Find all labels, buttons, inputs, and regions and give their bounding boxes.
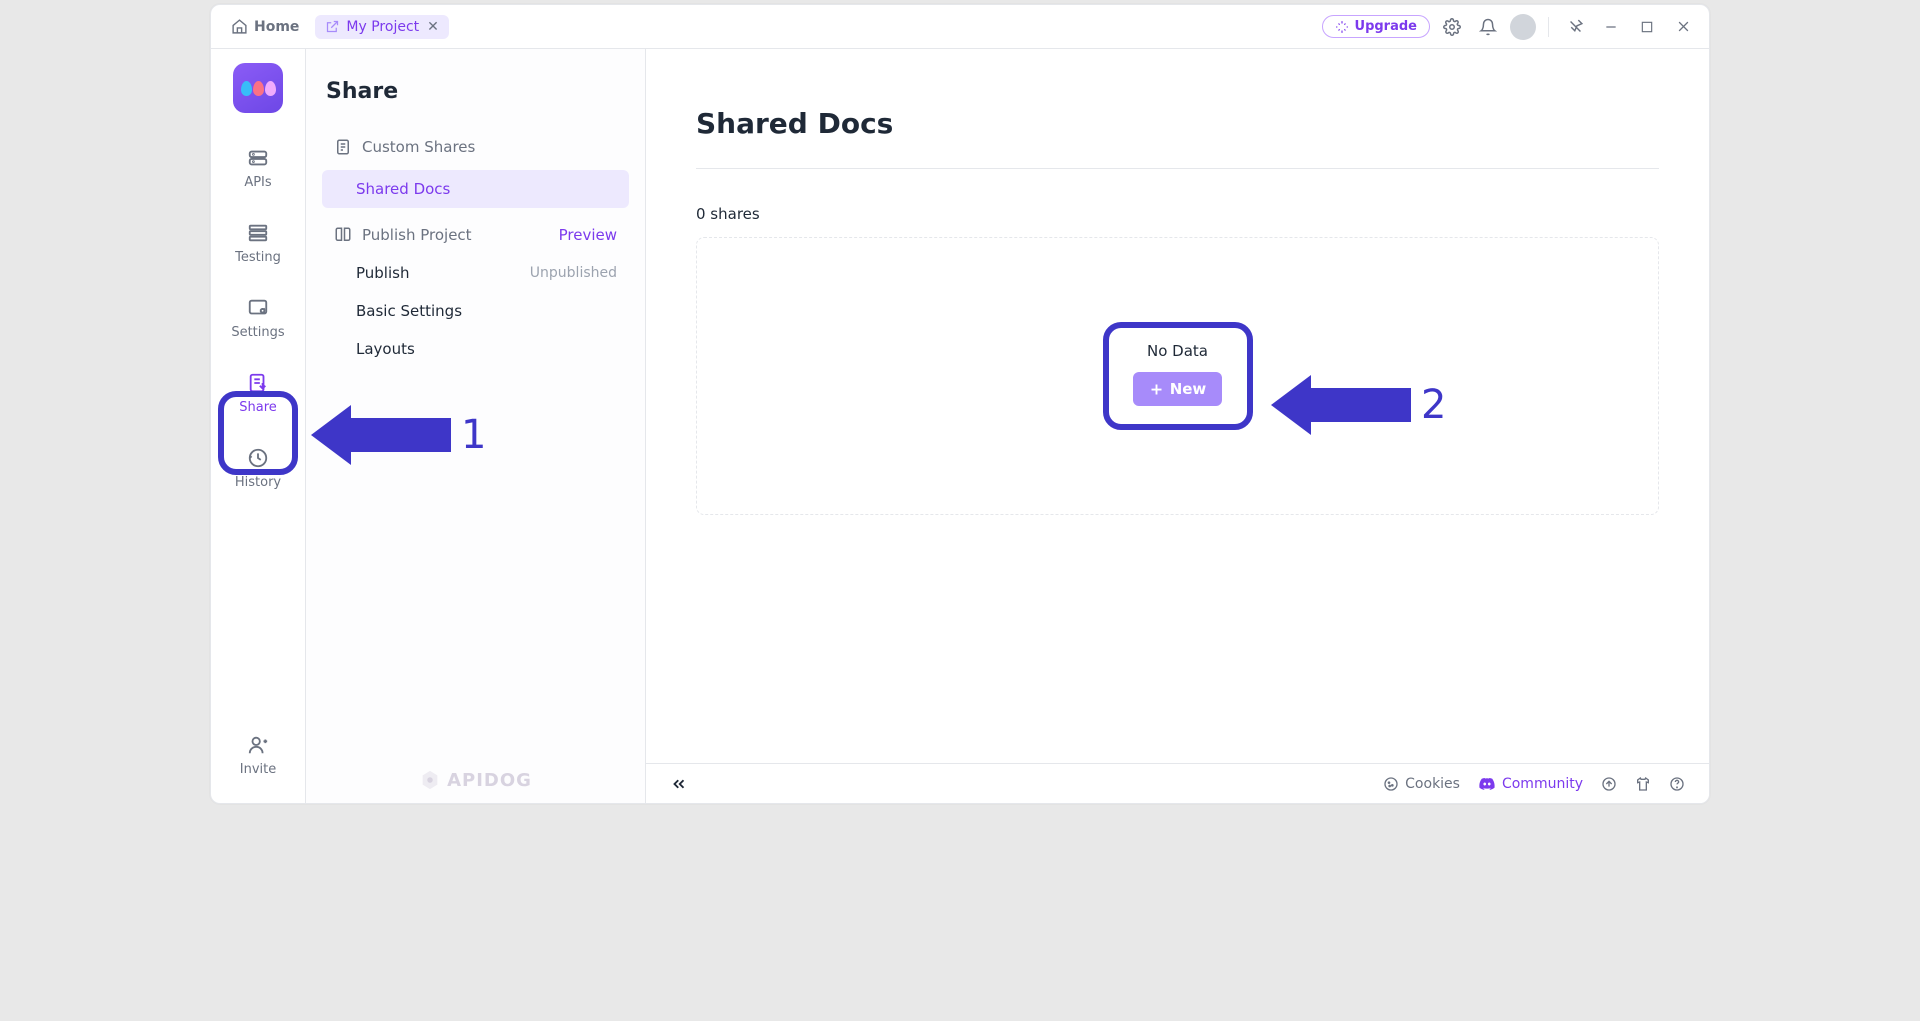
community-button[interactable]: Community (1478, 775, 1583, 793)
rail-testing-label: Testing (235, 250, 281, 265)
testing-icon (247, 222, 269, 244)
invite-icon (247, 734, 269, 756)
avatar[interactable] (1510, 14, 1536, 40)
cookies-button[interactable]: Cookies (1383, 776, 1460, 792)
help-button[interactable] (1669, 776, 1685, 792)
collapse-sidebar-button[interactable] (670, 775, 688, 793)
feedback-button[interactable] (1635, 776, 1651, 792)
tab-close-button[interactable]: ✕ (425, 19, 441, 35)
sidebar-publish-project-label: Publish Project (362, 226, 472, 244)
divider (1548, 17, 1549, 37)
sidebar-custom-shares[interactable]: Custom Shares (322, 128, 629, 166)
upgrade-label: Upgrade (1355, 19, 1417, 34)
empty-state-box: No Data New (696, 237, 1659, 515)
rail-invite-label: Invite (240, 762, 276, 777)
minimize-button[interactable] (1597, 13, 1625, 41)
upload-button[interactable] (1601, 776, 1617, 792)
book-icon (334, 226, 352, 244)
bottombar: Cookies Community (646, 763, 1709, 803)
annotation-arrow-2: 2 (1271, 375, 1446, 435)
brand-icon (419, 769, 441, 791)
rail-settings[interactable]: Settings (211, 283, 305, 354)
sidebar-basic-settings[interactable]: Basic Settings (322, 292, 629, 330)
close-icon (1676, 19, 1691, 34)
gear-icon (1443, 18, 1461, 36)
no-data-text: No Data (1147, 342, 1208, 360)
brand-text: APIDOG (447, 770, 532, 791)
sparkle-icon (1335, 20, 1349, 34)
sidebar-layouts-label: Layouts (356, 340, 415, 358)
no-data-card: No Data New (1103, 322, 1253, 430)
shirt-icon (1635, 776, 1651, 792)
rail-settings-label: Settings (231, 325, 284, 340)
main-panel: Shared Docs 0 shares No Data New (646, 49, 1709, 803)
sidebar-publish-label: Publish (356, 264, 409, 282)
home-icon (231, 18, 248, 35)
new-button-label: New (1170, 380, 1207, 398)
rail-invite[interactable]: Invite (211, 720, 305, 803)
upload-icon (1601, 776, 1617, 792)
cookies-label: Cookies (1405, 776, 1460, 792)
active-tab[interactable]: My Project ✕ (315, 15, 448, 39)
sidebar-title: Share (326, 79, 629, 104)
cookie-icon (1383, 776, 1399, 792)
pin-icon (1567, 18, 1584, 35)
window-close-button[interactable] (1669, 13, 1697, 41)
rail-testing[interactable]: Testing (211, 208, 305, 279)
annotation-arrow-1: 1 (311, 405, 486, 465)
rail-apis-label: APIs (244, 175, 271, 190)
shares-count: 0 shares (696, 205, 1659, 223)
home-button[interactable]: Home (223, 14, 307, 39)
plus-icon (1149, 382, 1164, 397)
preview-link[interactable]: Preview (559, 226, 617, 244)
notifications-button[interactable] (1474, 13, 1502, 41)
app-logo[interactable] (233, 63, 283, 113)
discord-icon (1478, 775, 1496, 793)
settings-icon-button[interactable] (1438, 13, 1466, 41)
sidebar-custom-shares-label: Custom Shares (362, 138, 475, 156)
upgrade-button[interactable]: Upgrade (1322, 15, 1430, 38)
home-label: Home (254, 19, 299, 35)
sidebar-shared-docs[interactable]: Shared Docs (322, 170, 629, 208)
annotation-num-2: 2 (1421, 382, 1446, 428)
pin-button[interactable] (1561, 13, 1589, 41)
rail-apis[interactable]: APIs (211, 133, 305, 204)
chevrons-left-icon (670, 775, 688, 793)
bell-icon (1479, 18, 1497, 36)
topbar: Home My Project ✕ Upgrade (211, 5, 1709, 49)
document-share-icon (334, 138, 352, 156)
maximize-button[interactable] (1633, 13, 1661, 41)
annotation-num-1: 1 (461, 412, 486, 458)
new-button[interactable]: New (1133, 372, 1223, 406)
annotation-highlight-share (218, 391, 298, 475)
settings-icon (247, 297, 269, 319)
publish-status: Unpublished (530, 265, 617, 281)
page-title: Shared Docs (696, 107, 1659, 140)
minimize-icon (1604, 20, 1618, 34)
sidebar-layouts[interactable]: Layouts (322, 330, 629, 368)
maximize-icon (1640, 20, 1654, 34)
brand-mark: APIDOG (306, 769, 645, 791)
sidebar-shared-docs-label: Shared Docs (356, 180, 450, 198)
sidebar-basic-settings-label: Basic Settings (356, 302, 462, 320)
help-icon (1669, 776, 1685, 792)
sidebar-publish[interactable]: Publish Unpublished (322, 254, 629, 292)
apis-icon (247, 147, 269, 169)
external-link-icon (325, 19, 340, 34)
community-label: Community (1502, 776, 1583, 792)
tab-label: My Project (346, 19, 419, 35)
hr (696, 168, 1659, 169)
app-window: Home My Project ✕ Upgrade (210, 4, 1710, 804)
sidebar-publish-project[interactable]: Publish Project Preview (322, 216, 629, 254)
rail-history-label: History (235, 475, 281, 490)
